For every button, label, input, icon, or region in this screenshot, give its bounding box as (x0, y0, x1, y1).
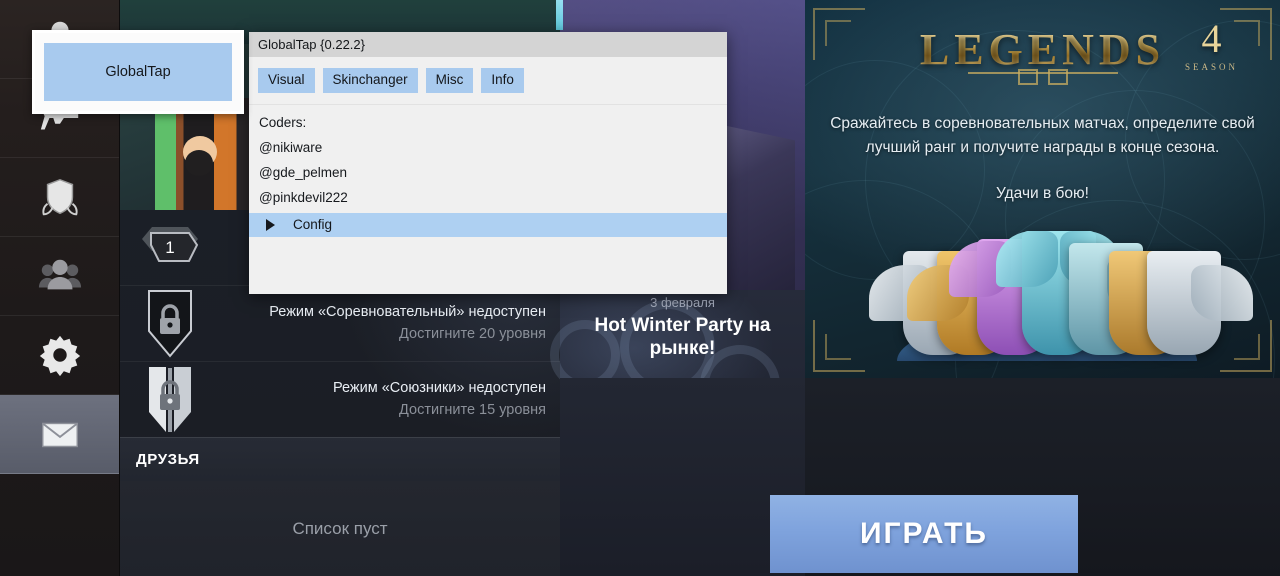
friends-empty-state: Список пуст (120, 481, 560, 576)
tab-visual[interactable]: Visual (258, 68, 315, 93)
news-date: 3 февраля (650, 295, 715, 310)
sidebar-item-settings[interactable] (0, 316, 119, 395)
mode-requirement: Достигните 15 уровня (399, 402, 546, 418)
sidebar-item-ranked[interactable] (0, 158, 119, 237)
sidebar-item-mail[interactable] (0, 395, 119, 474)
coder-handle: @pinkdevil222 (259, 190, 348, 205)
locked-badge-dark (120, 288, 220, 360)
legends-banner: LEGENDS 4 SEASON Сражайтесь в соревноват… (805, 0, 1280, 380)
globaltap-overlay-panel[interactable]: GlobalTap {0.22.2} Visual Skinchanger Mi… (249, 32, 727, 294)
tab-skinchanger[interactable]: Skinchanger (322, 68, 418, 93)
rank-badge-cluster (869, 196, 1253, 361)
level-badge: 1 (120, 221, 220, 275)
news-accent-stripe (556, 0, 563, 30)
shield-laurel-icon (41, 178, 78, 216)
mode-text-competitive: Режим «Соревновательный» недоступен Дост… (220, 303, 546, 344)
coder-handle: @nikiware (259, 140, 323, 155)
config-label: Config (293, 217, 333, 232)
mode-row-allies[interactable]: Режим «Союзники» недоступен Достигните 1… (120, 362, 560, 438)
mode-requirement: Достигните 20 уровня (399, 326, 546, 342)
chevron-right-icon (266, 218, 275, 231)
legends-divider-ornament (967, 69, 1118, 85)
lock-shield-light-icon (149, 366, 191, 432)
coder-handle: @gde_pelmen (259, 165, 348, 180)
panel-titlebar[interactable]: GlobalTap {0.22.2} (249, 32, 727, 57)
gear-icon (39, 335, 80, 377)
globaltap-launcher-button[interactable]: GlobalTap (44, 43, 232, 101)
news-title: Hot Winter Party на рынке! (594, 315, 771, 359)
play-button[interactable]: ИГРАТЬ (770, 495, 1078, 573)
mode-title: Режим «Союзники» недоступен (332, 380, 546, 396)
season-label: SEASON (1184, 62, 1238, 72)
globaltap-launcher-window[interactable]: GlobalTap (32, 30, 244, 114)
level-badge-icon: 1 (142, 226, 199, 262)
svg-text:1: 1 (165, 238, 174, 257)
legends-description: Сражайтесь в соревновательных матчах, оп… (830, 115, 1255, 156)
rank-badge (1147, 251, 1253, 355)
season-number: 4 (1201, 16, 1222, 61)
mode-text-allies: Режим «Союзники» недоступен Достигните 1… (220, 379, 546, 420)
people-group-icon (38, 259, 81, 290)
config-expander[interactable]: Config (249, 213, 727, 237)
tab-info[interactable]: Info (481, 68, 524, 93)
mode-title: Режим «Соревновательный» недоступен (269, 304, 546, 320)
mode-row-competitive[interactable]: Режим «Соревновательный» недоступен Дост… (120, 286, 560, 362)
sidebar-item-clan[interactable] (0, 237, 119, 316)
tab-misc[interactable]: Misc (425, 68, 474, 93)
envelope-icon (41, 422, 78, 448)
coders-label: Coders: (259, 115, 307, 130)
app-screen: LEGENDS 4 SEASON Сражайтесь в соревноват… (0, 0, 1280, 576)
news-card[interactable]: 3 февраля Hot Winter Party на рынке! (560, 295, 805, 360)
avatar-art (155, 98, 250, 213)
friends-header: ДРУЗЬЯ (120, 437, 560, 481)
panel-body: Coders: @nikiware @gde_pelmen @pinkdevil… (249, 105, 727, 294)
lock-shield-dark-icon (148, 289, 192, 358)
season-indicator: 4 SEASON (1184, 16, 1238, 73)
bottom-mid-background (560, 378, 805, 576)
locked-badge-light (120, 364, 220, 436)
panel-tab-bar: Visual Skinchanger Misc Info (249, 57, 727, 105)
